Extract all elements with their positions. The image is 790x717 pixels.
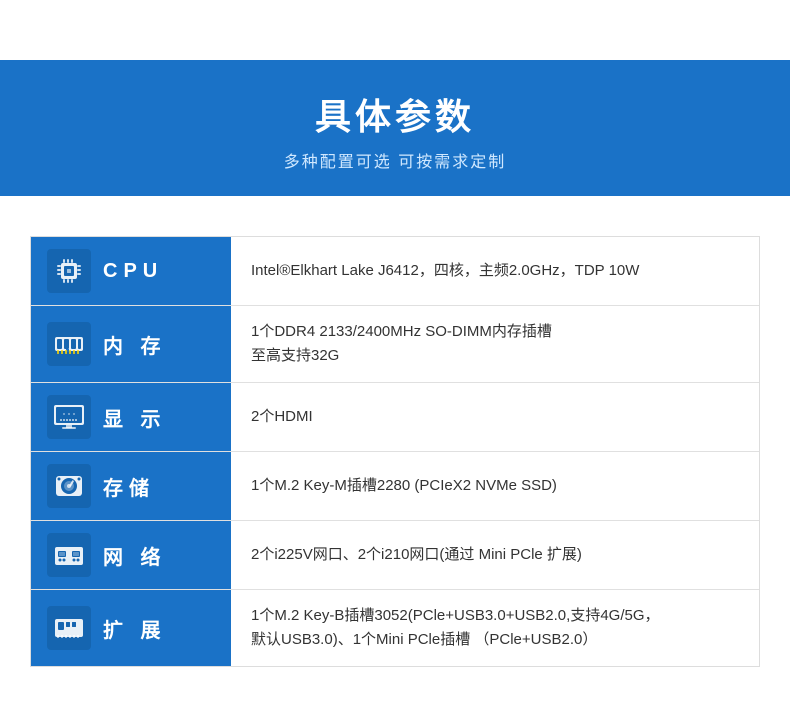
spec-row-expand: 扩 展 1个M.2 Key-B插槽3052(PCle+USB3.0+USB2.0… bbox=[31, 590, 759, 666]
cpu-icon bbox=[47, 249, 91, 293]
spec-row-memory: 内 存 1个DDR4 2133/2400MHz SO-DIMM内存插槽 至高支持… bbox=[31, 306, 759, 383]
spec-label-cpu: CPU bbox=[31, 237, 231, 305]
spec-value-expand: 1个M.2 Key-B插槽3052(PCle+USB3.0+USB2.0,支持4… bbox=[231, 590, 759, 666]
specs-container: CPU Intel®Elkhart Lake J6412，四核，主频2.0GHz… bbox=[30, 236, 760, 667]
spec-name-display: 显 示 bbox=[103, 403, 167, 432]
spec-label-network: 网 络 bbox=[31, 521, 231, 589]
top-space bbox=[0, 0, 790, 60]
spec-row-cpu: CPU Intel®Elkhart Lake J6412，四核，主频2.0GHz… bbox=[31, 237, 759, 306]
spec-value-memory: 1个DDR4 2133/2400MHz SO-DIMM内存插槽 至高支持32G bbox=[231, 306, 759, 382]
header-subtitle: 多种配置可选 可按需求定制 bbox=[20, 148, 770, 172]
spec-value-cpu: Intel®Elkhart Lake J6412，四核，主频2.0GHz，TDP… bbox=[231, 237, 759, 305]
expand-icon bbox=[47, 606, 91, 650]
memory-icon bbox=[47, 322, 91, 366]
spec-value-display: 2个HDMI bbox=[231, 383, 759, 451]
spec-name-network: 网 络 bbox=[103, 541, 167, 570]
spec-label-storage: 存储 bbox=[31, 452, 231, 520]
spec-value-storage: 1个M.2 Key-M插槽2280 (PCIeX2 NVMe SSD) bbox=[231, 452, 759, 520]
spec-label-display: 显 示 bbox=[31, 383, 231, 451]
spec-label-memory: 内 存 bbox=[31, 306, 231, 382]
spec-row-display: 显 示 2个HDMI bbox=[31, 383, 759, 452]
spec-name-memory: 内 存 bbox=[103, 330, 167, 359]
header-section: 具体参数 多种配置可选 可按需求定制 bbox=[0, 60, 790, 196]
spec-name-cpu: CPU bbox=[103, 260, 163, 283]
display-icon bbox=[47, 395, 91, 439]
spec-row-storage: 存储 1个M.2 Key-M插槽2280 (PCIeX2 NVMe SSD) bbox=[31, 452, 759, 521]
network-icon bbox=[47, 533, 91, 577]
page-wrapper: 具体参数 多种配置可选 可按需求定制 bbox=[0, 0, 790, 717]
spec-row-network: 网 络 2个i225V网口、2个i210网口(通过 Mini PCle 扩展) bbox=[31, 521, 759, 590]
spec-label-expand: 扩 展 bbox=[31, 590, 231, 666]
middle-space bbox=[0, 196, 790, 236]
storage-icon bbox=[47, 464, 91, 508]
spec-name-expand: 扩 展 bbox=[103, 614, 167, 643]
spec-value-network: 2个i225V网口、2个i210网口(通过 Mini PCle 扩展) bbox=[231, 521, 759, 589]
spec-name-storage: 存储 bbox=[103, 472, 155, 501]
header-title: 具体参数 bbox=[20, 88, 770, 140]
